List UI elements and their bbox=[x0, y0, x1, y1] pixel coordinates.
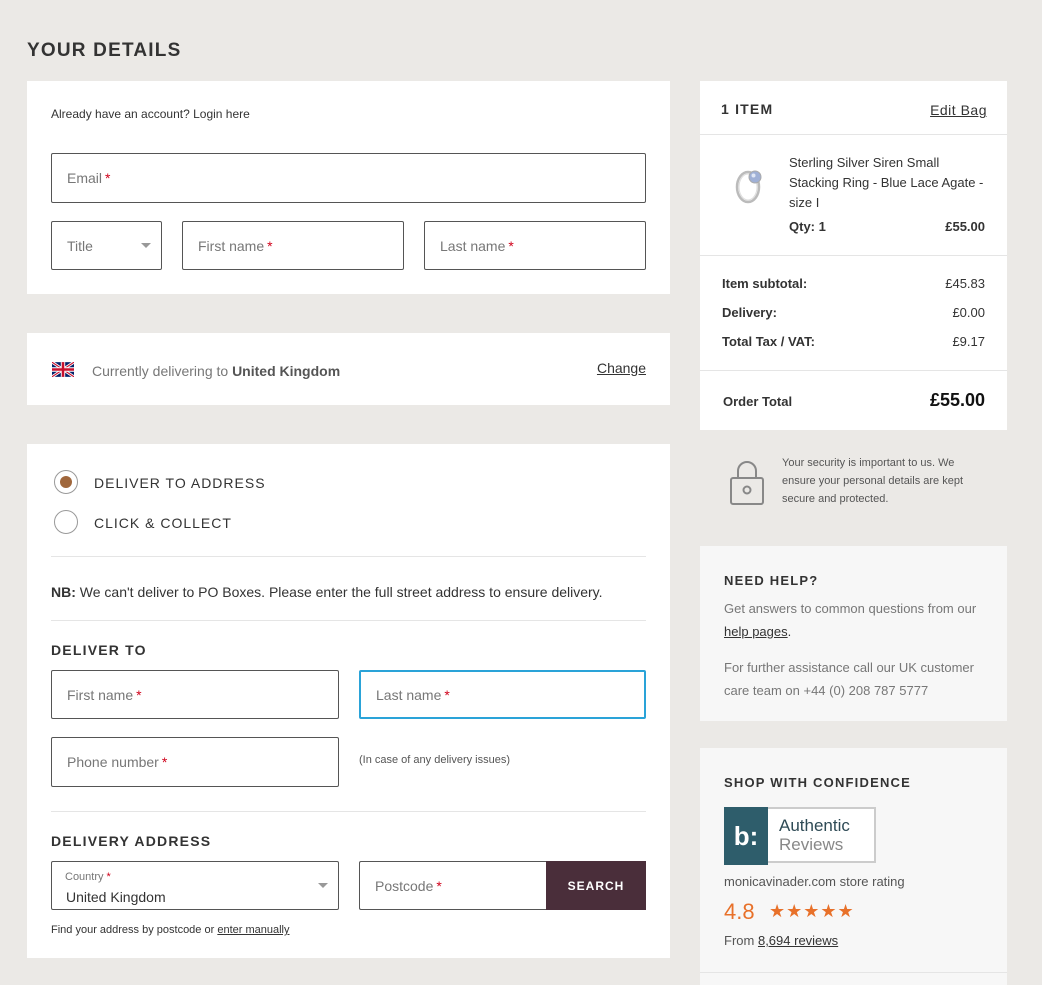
order-total-label: Order Total bbox=[723, 394, 793, 409]
divider bbox=[700, 134, 1007, 135]
deliver-to-address-label[interactable]: DELIVER TO ADDRESS bbox=[94, 475, 266, 491]
rating-value: 4.8 bbox=[724, 899, 755, 924]
delivery-country-card: Currently delivering to United Kingdom C… bbox=[27, 333, 670, 405]
help-text-1: Get answers to common questions from our… bbox=[724, 601, 977, 639]
subtotal-row: Item subtotal: £45.83 bbox=[722, 276, 985, 291]
help-pages-link[interactable]: help pages bbox=[724, 624, 788, 639]
divider bbox=[700, 255, 1007, 256]
confidence-heading: SHOP WITH CONFIDENCE bbox=[724, 775, 911, 790]
help-text-2: For further assistance call our UK custo… bbox=[724, 660, 974, 698]
deliver-to-address-radio[interactable] bbox=[54, 470, 78, 494]
authentic-reviews-badge: b: Authentic Reviews bbox=[724, 807, 876, 865]
security-text: Your security is important to us. We ens… bbox=[782, 457, 963, 505]
postcode-field[interactable]: Postcode * bbox=[359, 861, 549, 910]
chevron-down-icon bbox=[141, 243, 151, 248]
enter-manually-link[interactable]: enter manually bbox=[217, 924, 289, 936]
po-box-note: NB: We can't deliver to PO Boxes. Please… bbox=[51, 584, 603, 600]
first-name-field[interactable]: First name * bbox=[182, 221, 404, 270]
delivery-details-card: DELIVER TO ADDRESS CLICK & COLLECT NB: W… bbox=[27, 444, 670, 958]
divider bbox=[51, 556, 646, 557]
item-name[interactable]: Sterling Silver Siren Small Stacking Rin… bbox=[789, 153, 989, 213]
rating-stars: ★★★★★ bbox=[769, 901, 855, 921]
bag-count: 1 ITEM bbox=[721, 101, 774, 117]
reviews-count: From 8,694 reviews bbox=[724, 933, 839, 948]
authentic-reviews-logo: b: bbox=[724, 807, 768, 865]
deliver-to-heading: DELIVER TO bbox=[51, 642, 147, 658]
delivery-first-name-field[interactable]: First name * bbox=[51, 670, 339, 719]
delivering-to-text: Currently delivering to United Kingdom bbox=[92, 363, 341, 379]
delivery-address-heading: DELIVERY ADDRESS bbox=[51, 833, 212, 849]
order-total-value: £55.00 bbox=[929, 390, 985, 410]
email-field[interactable]: Email * bbox=[51, 153, 646, 203]
change-country-link[interactable]: Change bbox=[597, 360, 646, 376]
postcode-search-button[interactable]: SEARCH bbox=[546, 861, 646, 910]
ring-product-image bbox=[735, 170, 762, 204]
page-title: YOUR DETAILS bbox=[27, 40, 182, 61]
need-help-heading: NEED HELP? bbox=[724, 573, 819, 588]
divider bbox=[51, 620, 646, 621]
item-qty: Qty: 1 bbox=[789, 219, 826, 234]
bag-summary: 1 ITEM Edit Bag Sterling Silver Siren Sm… bbox=[700, 81, 1007, 430]
tax-row: Total Tax / VAT: £9.17 bbox=[722, 334, 985, 349]
confidence-box: SHOP WITH CONFIDENCE b: Authentic Review… bbox=[700, 748, 1007, 985]
padlock-icon bbox=[730, 461, 764, 505]
chevron-down-icon bbox=[318, 883, 328, 888]
last-name-field[interactable]: Last name * bbox=[424, 221, 646, 270]
divider bbox=[700, 370, 1007, 371]
title-select[interactable]: Title bbox=[51, 221, 162, 270]
badge-line-2: Reviews bbox=[779, 835, 844, 854]
item-price: £55.00 bbox=[945, 219, 985, 234]
account-card: Already have an account? Login here Emai… bbox=[27, 81, 670, 294]
find-address-text: Find your address by postcode or enter m… bbox=[51, 924, 290, 936]
country-select[interactable]: Country * United Kingdom bbox=[51, 861, 339, 910]
badge-line-1: Authentic bbox=[779, 816, 850, 835]
click-collect-label[interactable]: CLICK & COLLECT bbox=[94, 515, 232, 531]
need-help-box: NEED HELP? Get answers to common questio… bbox=[700, 546, 1007, 721]
edit-bag-link[interactable]: Edit Bag bbox=[930, 102, 987, 118]
uk-flag-icon bbox=[52, 362, 74, 377]
delivery-last-name-field[interactable]: Last name * bbox=[359, 670, 646, 719]
login-prompt[interactable]: Already have an account? Login here bbox=[51, 107, 250, 121]
store-rating-label: monicavinader.com store rating bbox=[724, 874, 905, 889]
delivery-row: Delivery: £0.00 bbox=[722, 305, 985, 320]
reviews-link[interactable]: 8,694 reviews bbox=[758, 933, 838, 948]
divider bbox=[700, 972, 1007, 973]
click-collect-radio[interactable] bbox=[54, 510, 78, 534]
divider bbox=[51, 811, 646, 812]
phone-number-field[interactable]: Phone number * bbox=[51, 737, 339, 787]
phone-hint: (In case of any delivery issues) bbox=[359, 754, 511, 766]
